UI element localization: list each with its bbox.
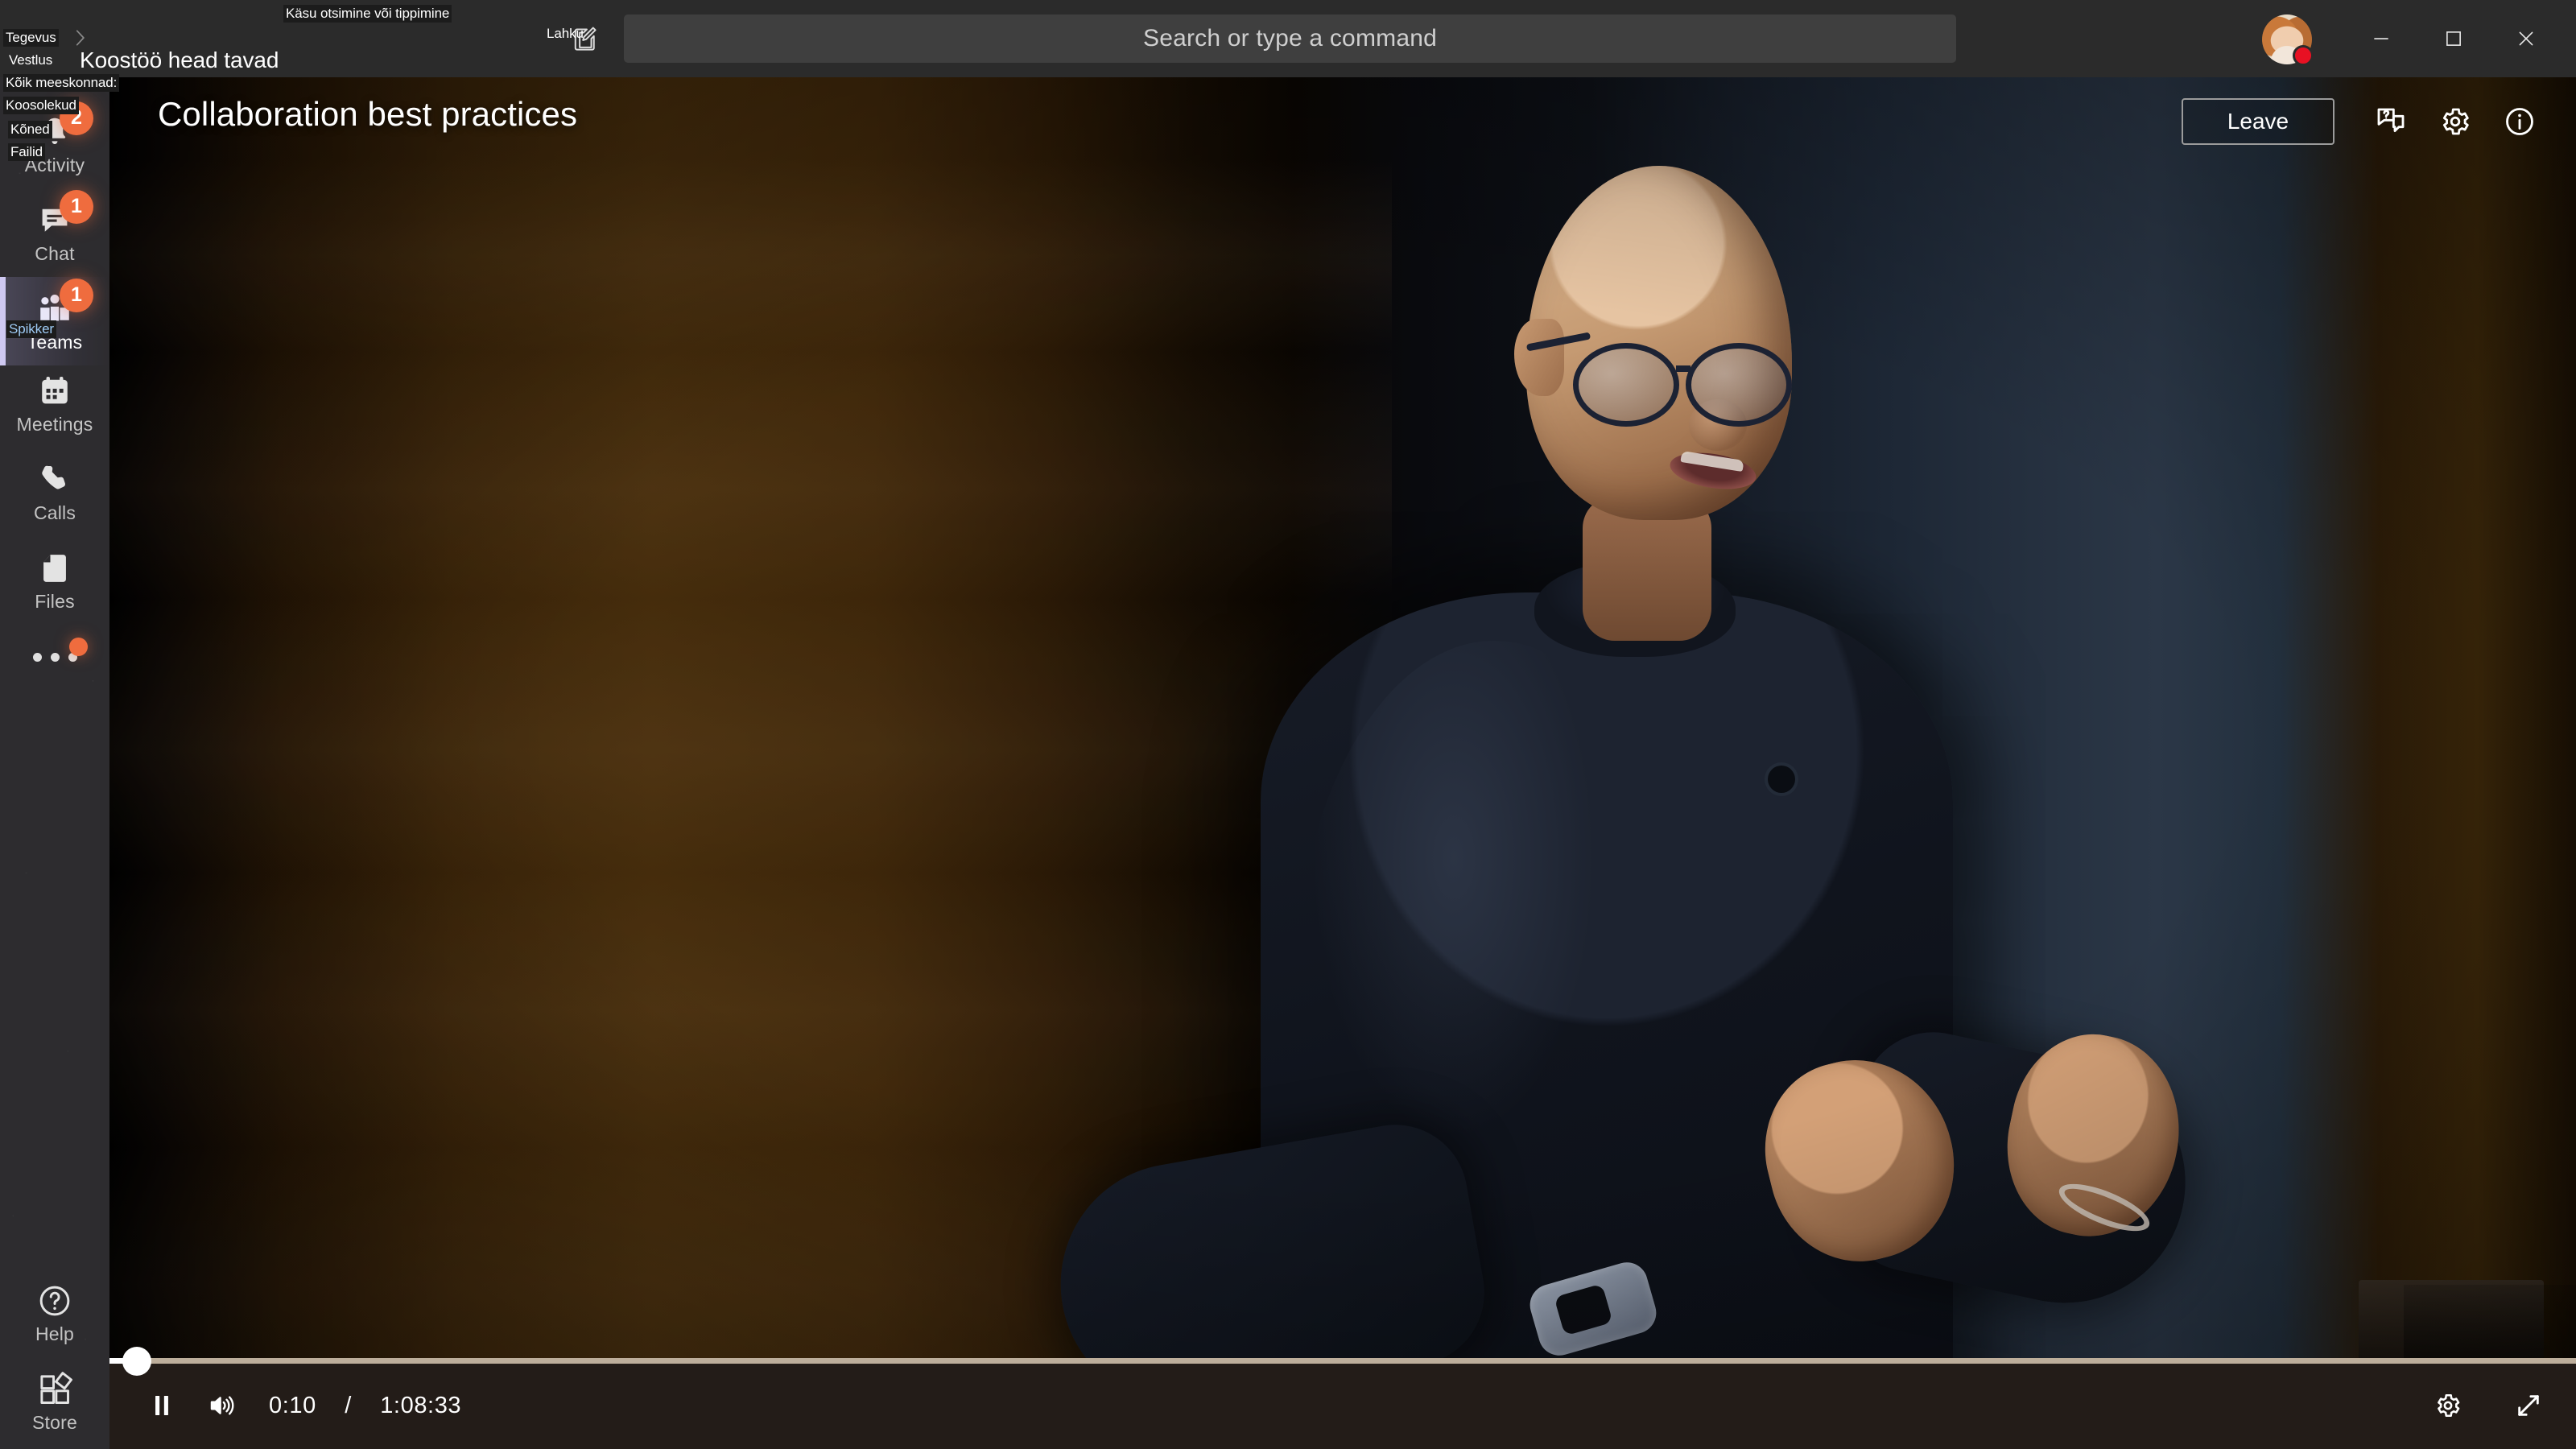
player-settings-gear-icon[interactable] — [2418, 1376, 2478, 1435]
leave-button[interactable]: Leave — [2182, 98, 2334, 145]
more-apps-badge-dot — [69, 638, 88, 656]
info-circle-icon[interactable] — [2487, 97, 2552, 147]
callout-activity: Tegevus — [3, 29, 59, 47]
sidebar-item-help[interactable]: Help — [0, 1269, 109, 1357]
file-icon — [35, 549, 74, 588]
time-separator: / — [345, 1392, 352, 1418]
phone-icon — [35, 460, 74, 499]
video-vignette — [109, 77, 2576, 1449]
pause-icon[interactable] — [132, 1376, 192, 1435]
sidebar-item-label: Calls — [33, 502, 76, 523]
sidebar-item-label: Meetings — [16, 413, 93, 435]
player-left-controls: 0:10 / 1:08:33 — [132, 1362, 461, 1449]
sidebar-item-label: Help — [35, 1323, 75, 1344]
user-avatar-button[interactable] — [2262, 14, 2314, 66]
video-time-display: 0:10 / 1:08:33 — [269, 1393, 461, 1419]
callout-search: Käsu otsimine või tippimine — [283, 5, 452, 23]
window-minimize-button[interactable] — [2351, 8, 2412, 69]
meeting-video-stage[interactable] — [109, 77, 2576, 1449]
callout-files: Failid — [8, 143, 46, 161]
volume-high-icon[interactable] — [192, 1376, 251, 1435]
callout-all-teams: Kõik meeskonnad: — [3, 74, 120, 92]
sidebar-item-label: Chat — [35, 242, 75, 264]
current-time: 0:10 — [269, 1392, 316, 1418]
callout-leave: Lahku — [547, 26, 584, 41]
sidebar-item-files[interactable]: Files — [0, 536, 109, 625]
qa-chat-icon[interactable] — [2359, 97, 2423, 147]
sidebar-more-apps-button[interactable] — [0, 625, 109, 689]
meeting-settings-gear-icon[interactable] — [2423, 97, 2487, 147]
teams-app-window: Collaboration best practices Leave 0:10 … — [0, 0, 2576, 1449]
video-frame — [109, 77, 2576, 1449]
search-placeholder: Search or type a command — [1143, 25, 1437, 52]
presence-status-badge — [2293, 45, 2314, 66]
sidebar-item-meetings[interactable]: Meetings — [0, 359, 109, 448]
meeting-action-bar: Leave — [2182, 97, 2552, 147]
callout-help: Spikker — [6, 320, 56, 338]
meeting-title: Collaboration best practices — [158, 95, 578, 133]
ellipsis-dot — [50, 652, 60, 662]
question-circle-icon — [35, 1282, 74, 1320]
chat-badge: 1 — [60, 189, 93, 224]
sidebar-item-label: Files — [35, 590, 75, 612]
sidebar-item-store[interactable]: Store — [0, 1357, 109, 1446]
chat-icon: 1 — [35, 189, 93, 240]
sidebar-item-chat[interactable]: 1 Chat — [0, 188, 109, 277]
store-icon — [35, 1370, 74, 1409]
callout-window-title: Koostöö head tavad — [80, 47, 279, 72]
video-progress-bar[interactable] — [109, 1346, 2576, 1376]
sidebar-item-label: Store — [32, 1411, 77, 1433]
left-navigation-rail: 2 Activity 1 Chat 1 Teams Meetings Calls… — [0, 77, 109, 1449]
callout-chat: Vestlus — [9, 52, 53, 68]
video-player-controls: 0:10 / 1:08:33 — [109, 1346, 2576, 1449]
player-right-controls — [2418, 1362, 2558, 1449]
callout-calls: Kõned — [8, 121, 52, 138]
expand-arrows-icon[interactable] — [2499, 1376, 2558, 1435]
teams-badge: 1 — [60, 278, 93, 312]
search-input[interactable]: Search or type a command — [624, 14, 1956, 63]
sidebar-item-calls[interactable]: Calls — [0, 448, 109, 536]
ellipsis-dot — [32, 652, 42, 662]
window-close-button[interactable] — [2496, 8, 2557, 69]
callout-meetings: Koosolekud — [3, 97, 79, 114]
total-time: 1:08:33 — [380, 1392, 462, 1418]
calendar-icon — [35, 372, 74, 411]
window-maximize-button[interactable] — [2423, 8, 2484, 69]
